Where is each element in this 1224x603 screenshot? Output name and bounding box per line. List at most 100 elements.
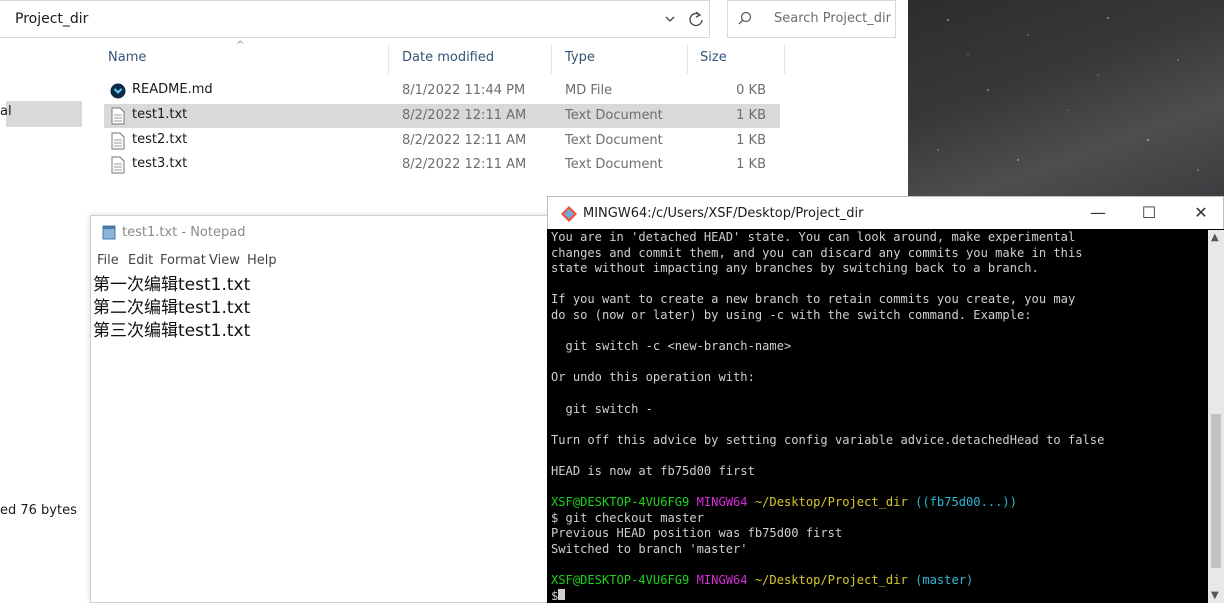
desktop-wallpaper <box>908 0 1224 196</box>
notepad-title-bar[interactable]: test1.txt - Notepad <box>91 216 559 250</box>
close-button[interactable]: ✕ <box>1188 201 1214 225</box>
file-date: 8/2/2022 12:11 AM <box>402 157 527 172</box>
prompt-branch: (master) <box>915 573 974 588</box>
file-list: ^ Name Date modified Type Size README.md… <box>90 40 908 220</box>
prompt-line: XSF@DESKTOP-4VU6FG9 MINGW64 ~/Desktop/Pr… <box>551 495 1206 511</box>
file-date: 8/2/2022 12:11 AM <box>402 108 527 123</box>
file-type: Text Document <box>565 108 663 123</box>
text-line: 第一次编辑test1.txt <box>93 275 251 295</box>
column-header-name[interactable]: Name <box>108 50 146 65</box>
maximize-button[interactable]: ☐ <box>1136 201 1162 225</box>
text-line: 第三次编辑test1.txt <box>93 321 251 341</box>
address-bar[interactable]: Project_dir <box>0 0 710 38</box>
scroll-down-icon[interactable]: ▼ <box>1211 590 1219 601</box>
column-header-date[interactable]: Date modified <box>402 50 494 65</box>
input-line[interactable]: $ <box>551 588 1206 600</box>
notepad-window: test1.txt - Notepad File Edit Format Vie… <box>90 215 560 603</box>
minimize-button[interactable]: — <box>1085 201 1111 225</box>
prompt-user: XSF@DESKTOP-4VU6FG9 <box>551 495 690 510</box>
file-date: 8/2/2022 12:11 AM <box>402 133 527 148</box>
column-divider[interactable] <box>784 44 785 74</box>
notepad-icon <box>102 225 116 240</box>
terminal-line: Switched to branch 'master' <box>551 541 748 556</box>
file-row-test2[interactable]: test2.txt 8/2/2022 12:11 AM Text Documen… <box>104 129 780 153</box>
prompt-user: XSF@DESKTOP-4VU6FG9 <box>551 573 690 588</box>
column-divider[interactable] <box>388 44 389 74</box>
refresh-icon[interactable] <box>685 8 707 30</box>
prompt-env: MINGW64 <box>696 495 748 510</box>
git-bash-title-bar[interactable]: MINGW64:/c/Users/XSF/Desktop/Project_dir… <box>547 196 1224 229</box>
file-size: 1 KB <box>736 133 766 148</box>
file-row-test1[interactable]: test1.txt 8/2/2022 12:11 AM Text Documen… <box>104 104 780 128</box>
file-size: 1 KB <box>736 157 766 172</box>
terminal-line: git switch - <box>551 401 653 416</box>
column-header-type[interactable]: Type <box>565 50 595 65</box>
menu-format[interactable]: Format <box>160 253 206 268</box>
text-file-icon <box>111 107 125 125</box>
notepad-title: test1.txt - Notepad <box>122 225 246 240</box>
file-type: MD File <box>565 83 613 98</box>
terminal-line: HEAD is now at fb75d00 first <box>551 463 755 478</box>
menu-view[interactable]: View <box>209 253 240 268</box>
prompt-symbol: $ <box>551 588 559 600</box>
text-file-icon <box>111 132 125 150</box>
sort-ascending-icon: ^ <box>236 40 245 51</box>
column-divider[interactable] <box>687 44 688 74</box>
column-divider[interactable] <box>551 44 552 74</box>
file-name: README.md <box>132 82 213 97</box>
scroll-up-icon[interactable]: ▲ <box>1211 232 1219 243</box>
file-date: 8/1/2022 11:44 PM <box>402 83 526 98</box>
markdown-file-icon <box>110 83 126 99</box>
address-text: Project_dir <box>15 11 89 27</box>
prompt-path: ~/Desktop/Project_dir <box>754 573 908 588</box>
terminal-line: do so (now or later) by using -c with th… <box>551 307 1032 322</box>
terminal-line: If you want to create a new branch to re… <box>551 292 1076 307</box>
terminal-output[interactable]: You are in 'detached HEAD' state. You ca… <box>551 230 1206 600</box>
terminal-line: state without impacting any branches by … <box>551 261 1039 276</box>
terminal-line: changes and commit them, and you can dis… <box>551 245 1083 260</box>
file-type: Text Document <box>565 157 663 172</box>
file-size: 0 KB <box>736 83 766 98</box>
terminal-line: Or undo this operation with: <box>551 370 755 385</box>
file-row-test3[interactable]: test3.txt 8/2/2022 12:11 AM Text Documen… <box>104 153 780 177</box>
search-placeholder: Search Project_dir <box>774 11 891 26</box>
notepad-text-area[interactable]: 第一次编辑test1.txt 第二次编辑test1.txt 第三次编辑test1… <box>93 274 250 343</box>
terminal-line: You are in 'detached HEAD' state. You ca… <box>551 230 1076 244</box>
file-row-readme[interactable]: README.md 8/1/2022 11:44 PM MD File 0 KB <box>104 79 780 103</box>
file-name: test1.txt <box>132 107 188 122</box>
scrollbar-thumb[interactable] <box>1211 414 1221 568</box>
file-type: Text Document <box>565 133 663 148</box>
search-input[interactable]: Search Project_dir <box>727 0 896 38</box>
git-bash-window: MINGW64:/c/Users/XSF/Desktop/Project_dir… <box>547 196 1224 603</box>
prompt-env: MINGW64 <box>696 573 748 588</box>
column-header-size[interactable]: Size <box>700 50 727 65</box>
git-bash-title: MINGW64:/c/Users/XSF/Desktop/Project_dir <box>583 206 864 221</box>
notepad-menu-bar: File Edit Format View Help <box>91 250 559 272</box>
text-file-icon <box>111 156 125 174</box>
text-cursor <box>558 588 566 600</box>
menu-edit[interactable]: Edit <box>128 253 153 268</box>
status-bar-text: ed 76 bytes <box>0 503 77 518</box>
starry-sky-image <box>937 17 1199 171</box>
text-line: 第二次编辑test1.txt <box>93 298 251 318</box>
file-size: 1 KB <box>736 108 766 123</box>
terminal-line: Previous HEAD position was fb75d00 first <box>551 526 843 541</box>
nav-selected-item[interactable] <box>6 101 82 127</box>
search-icon <box>738 11 752 25</box>
nav-item-label[interactable]: al <box>0 104 12 119</box>
terminal-line: git switch -c <new-branch-name> <box>551 339 792 354</box>
menu-file[interactable]: File <box>97 253 119 268</box>
menu-help[interactable]: Help <box>247 253 277 268</box>
command-line: $ git checkout master <box>551 510 704 525</box>
chevron-down-icon[interactable] <box>662 11 678 27</box>
vertical-scrollbar[interactable]: ▲ ▼ <box>1208 230 1224 603</box>
navigation-pane <box>0 40 90 603</box>
